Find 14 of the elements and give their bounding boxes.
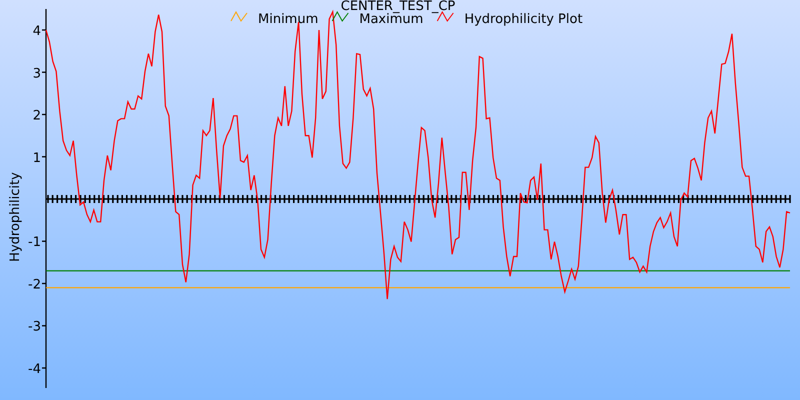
tick-label: 2: [32, 108, 41, 124]
legend-label: Minimum: [258, 12, 318, 27]
axis-title: Hydrophilicity: [8, 172, 23, 262]
legend-label: Maximum: [359, 12, 424, 27]
tick-label: 3: [32, 66, 41, 82]
tick-label: -3: [28, 320, 41, 335]
legend-line-icon: [230, 10, 248, 22]
tick-label: 4: [32, 24, 41, 39]
legend-label: Hydrophilicity Plot: [464, 12, 583, 27]
tick-label: -4: [28, 362, 41, 377]
tick-label: 1: [32, 150, 41, 166]
tick-label: -1: [28, 235, 41, 250]
chart-title: CENTER_TEST_CP: [340, 0, 456, 14]
tick-label: -2: [28, 278, 41, 292]
